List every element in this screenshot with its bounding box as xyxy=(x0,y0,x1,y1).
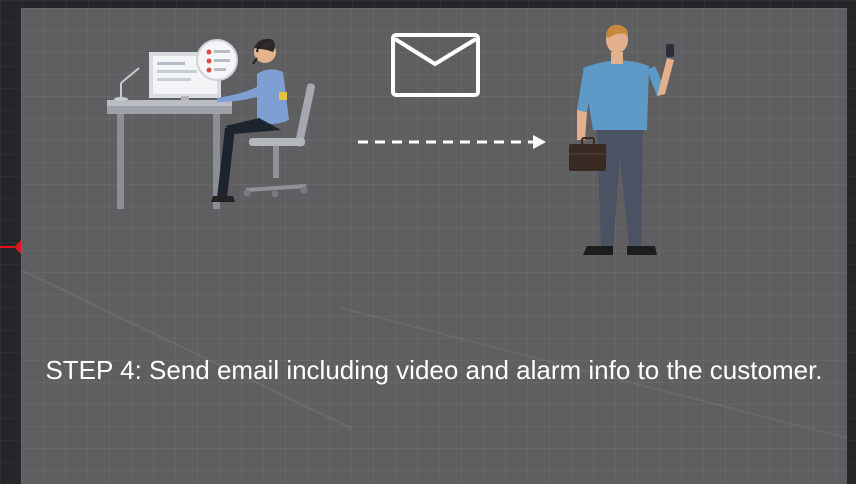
dashed-arrow-icon xyxy=(358,135,546,149)
step-caption: STEP 4: Send email including video and a… xyxy=(45,355,823,385)
envelope-icon xyxy=(391,33,480,97)
slide-canvas[interactable]: STEP 4: Send email including video and a… xyxy=(21,8,847,484)
step-illustration xyxy=(21,24,847,439)
operator-at-desk-icon xyxy=(107,39,316,209)
customer-with-phone-icon xyxy=(569,24,674,255)
